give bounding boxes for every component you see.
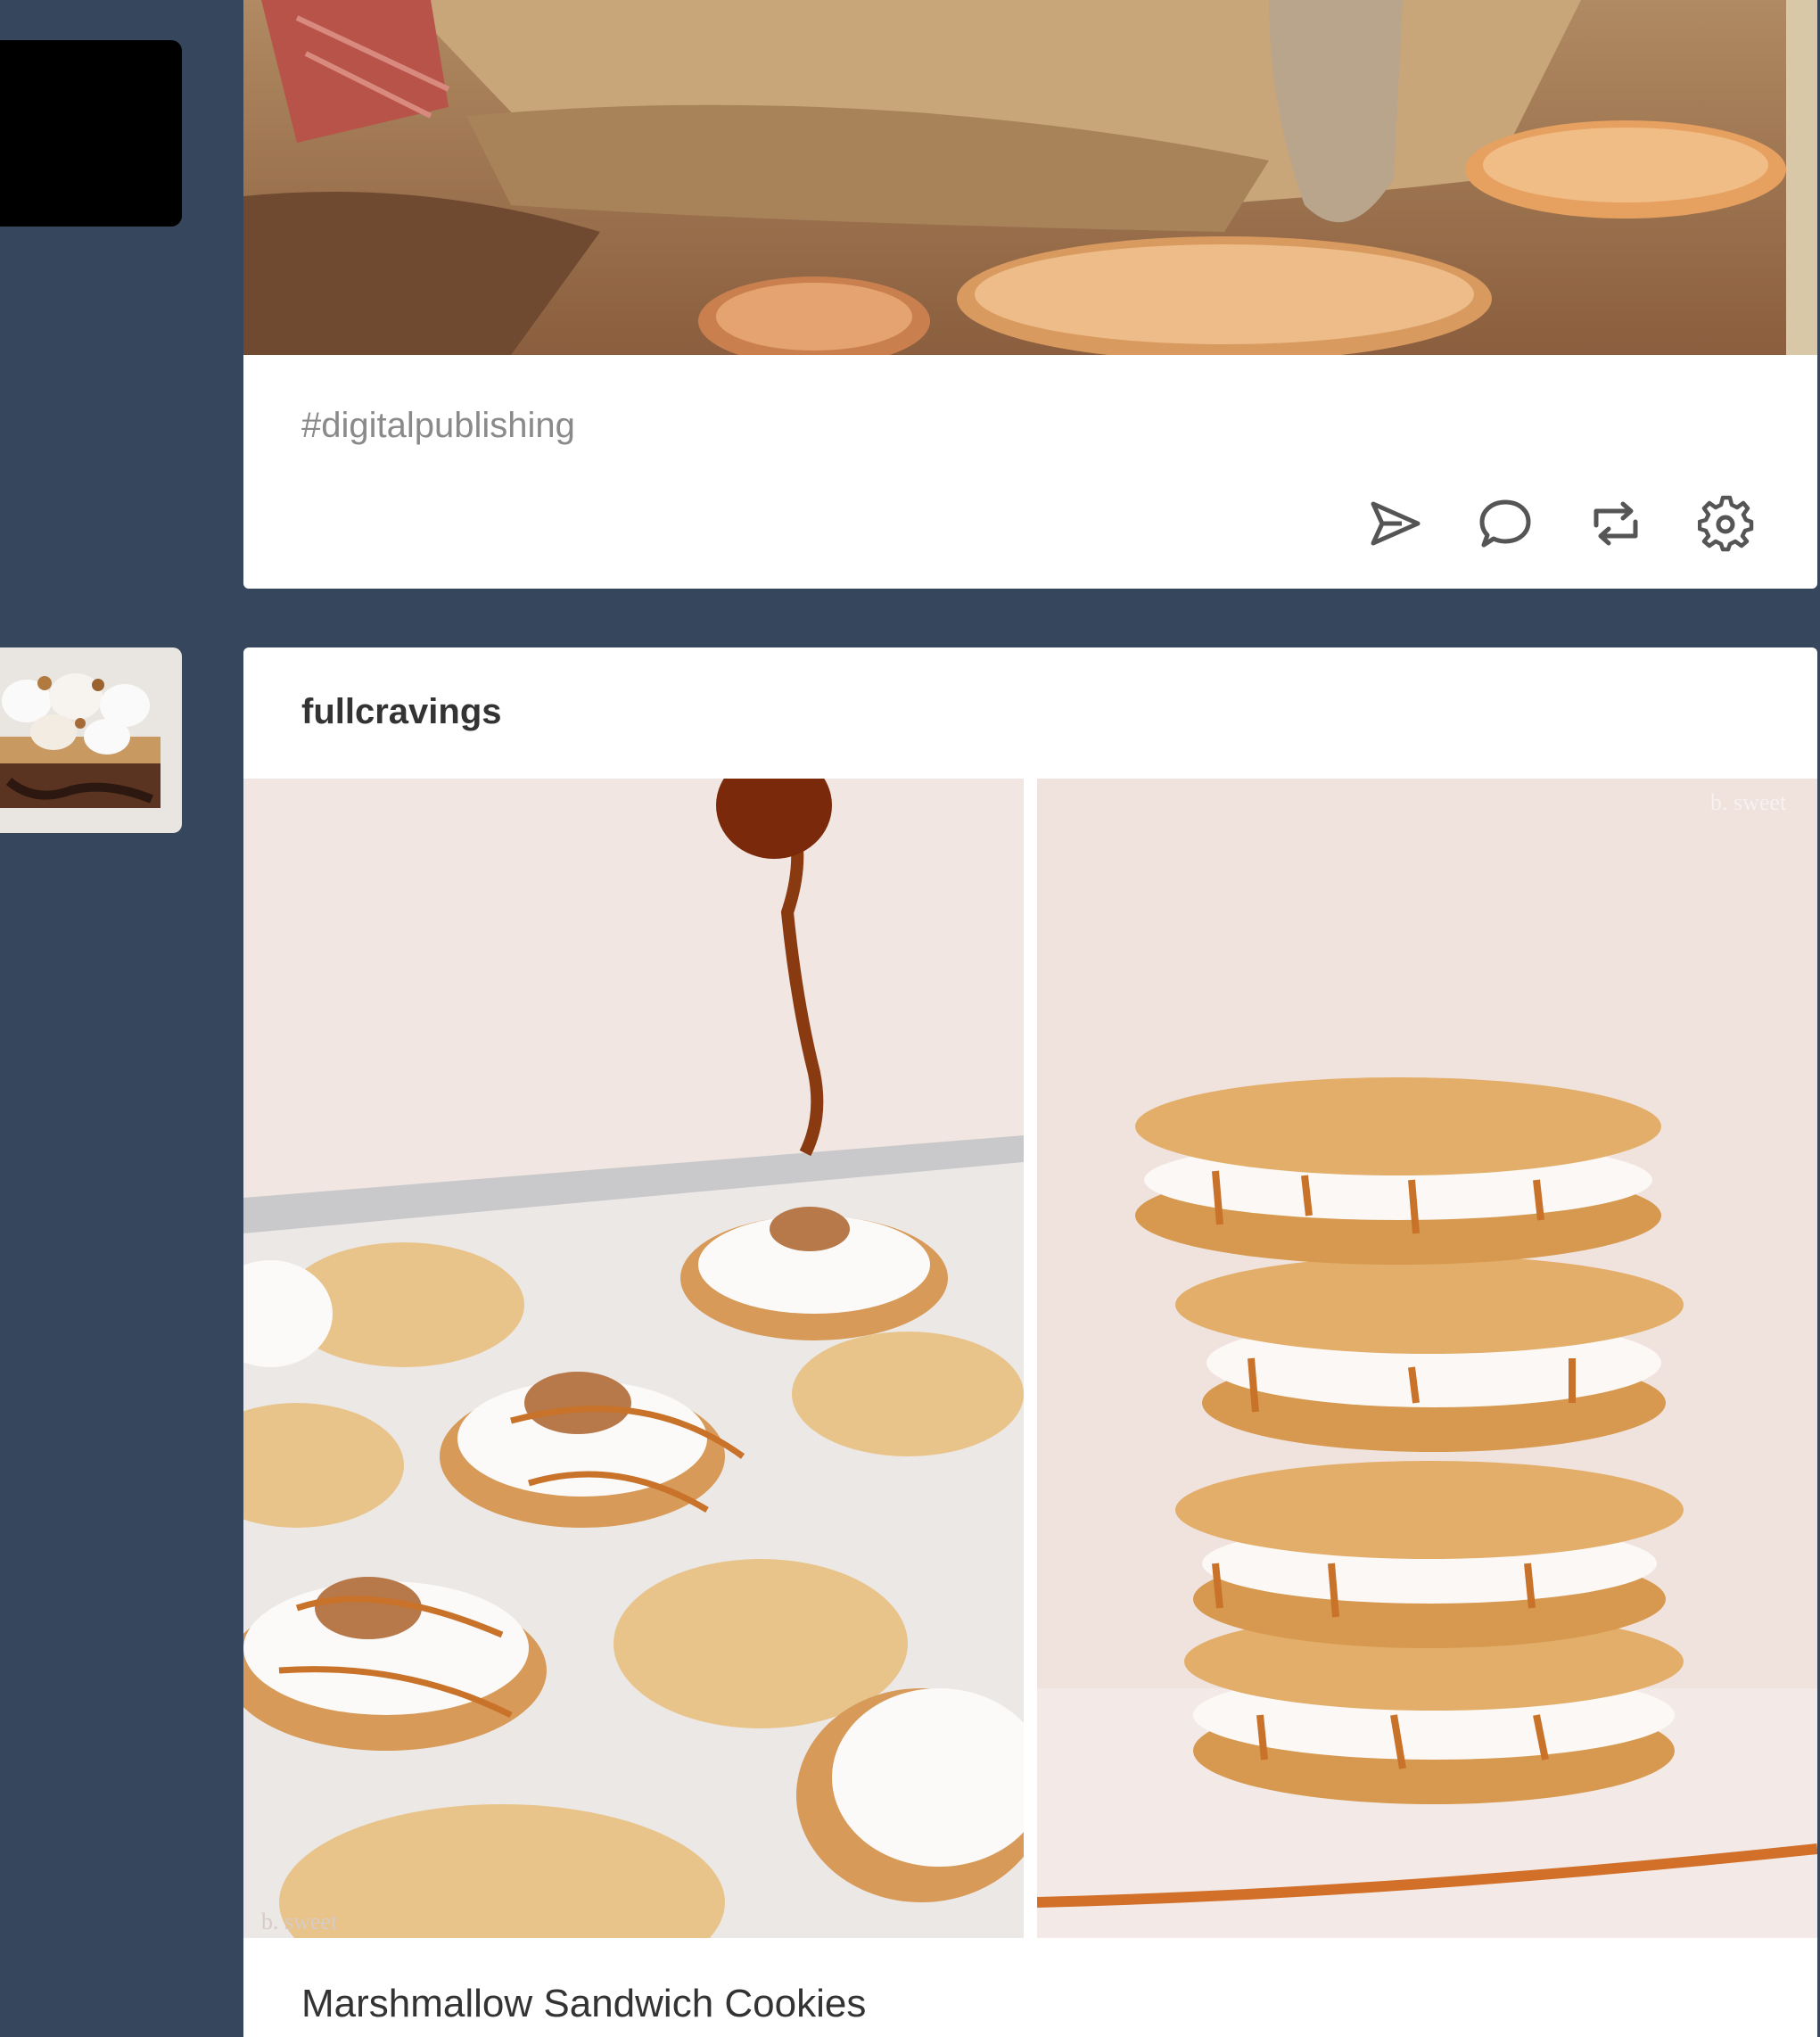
- post-photo[interactable]: [243, 0, 1817, 366]
- post-tags[interactable]: #digitalpublishing: [301, 406, 575, 446]
- send-icon[interactable]: [1366, 495, 1423, 552]
- blog-avatar[interactable]: [0, 40, 182, 227]
- blog-avatar[interactable]: [0, 647, 182, 833]
- post-card: fullcravings b. sweet b. sweet Marshmall…: [243, 647, 1817, 2037]
- photoset: b. sweet b. sweet: [243, 752, 1817, 2000]
- post-action-bar: [1366, 495, 1755, 552]
- post-photo[interactable]: b. sweet: [243, 752, 1046, 2000]
- blog-name[interactable]: fullcravings: [301, 692, 502, 732]
- post-caption: Marshmallow Sandwich Cookies: [301, 1982, 867, 2025]
- reblog-icon[interactable]: [1587, 495, 1644, 552]
- comment-icon[interactable]: [1477, 495, 1534, 552]
- watermark: b. sweet: [1710, 789, 1787, 815]
- settings-gear-icon[interactable]: [1697, 495, 1755, 552]
- post-card: #digitalpublishing: [243, 0, 1817, 589]
- post-photo[interactable]: b. sweet: [1036, 779, 1817, 1938]
- watermark: b. sweet: [261, 1909, 338, 1934]
